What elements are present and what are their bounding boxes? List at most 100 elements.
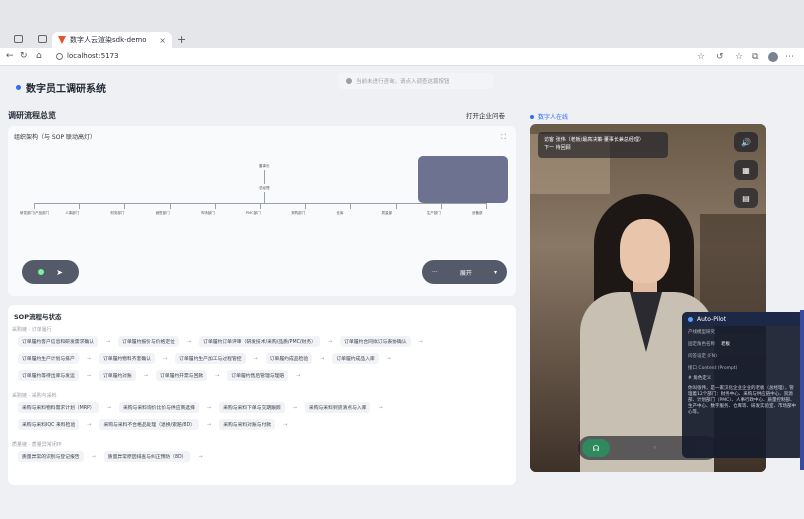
notice-banner: 当前未进行咨询，请点入调查这篇按钮 (338, 73, 493, 89)
org-connector (305, 203, 307, 209)
role-definition-text[interactable]: 你叫张伟，是一家汉化企业企业的老板（总经理），管理着12个部门：财务中心、采购与… (682, 384, 804, 418)
tab-close-icon[interactable]: × (159, 36, 166, 45)
browser-tab-active[interactable]: 数字人云渲染sdk-demo × (52, 32, 172, 48)
sop-step-chip[interactable]: 质量异常原因排查与纠正预防（8D） (103, 451, 191, 462)
sop-step-chip[interactable]: 订单履约成品入库 (332, 353, 379, 364)
arrow-right-icon: → (418, 338, 423, 345)
fullscreen-icon[interactable]: ⛶ (501, 133, 506, 142)
sop-step-chip[interactable]: 订单履约售后管理与理赔 (227, 370, 289, 381)
more-menu-icon[interactable]: ⋯ (785, 52, 794, 62)
profile-avatar[interactable] (768, 52, 778, 62)
org-node[interactable]: 质量部 (382, 211, 393, 216)
arrow-right-icon: → (86, 372, 91, 379)
collections-icon[interactable]: ⧉ (752, 52, 758, 62)
sop-step-chip[interactable]: 采购与采料询价比价与供应商选择 (118, 402, 199, 413)
sop-step-chip[interactable]: 订单履约合同拟订与表协确认 (340, 336, 411, 347)
autopilot-panel[interactable]: Auto-Pilot 产线模型研究 固定角色名称 老板 问答设定 (FN) 接口 … (682, 312, 804, 458)
favorite-star-icon[interactable]: ☆ (697, 52, 705, 62)
favorites-icon[interactable]: ☆ (735, 52, 743, 62)
chart-control-left[interactable]: ➤ (22, 260, 79, 284)
org-node[interactable]: 财务部门 (110, 211, 124, 216)
reload-icon[interactable]: ↻ (20, 51, 28, 61)
arrow-right-icon: → (386, 355, 391, 362)
org-node-top[interactable]: 董事长 (259, 164, 270, 169)
org-node[interactable]: 生产部门 (427, 211, 441, 216)
org-connector (260, 203, 261, 209)
sop-step-chip[interactable]: 采购与采料物料需求计划（MRP） (18, 402, 99, 413)
org-node[interactable]: 研发部门/产品部门 (20, 211, 49, 216)
app-title: 数字员工调研系统 (26, 84, 106, 95)
sidebar-toggle-icon[interactable] (14, 35, 23, 43)
org-connector (169, 203, 171, 209)
mute-icon[interactable]: ◦ (653, 444, 657, 452)
autopilot-row[interactable]: 产线模型研究 (682, 326, 804, 338)
sop-step-chip[interactable]: 质量异常的识别与登记报告 (18, 451, 84, 462)
org-node[interactable]: 采购部门 (291, 211, 305, 216)
back-icon[interactable]: ← (6, 51, 14, 61)
arrow-right-icon: → (206, 421, 212, 428)
sop-step-chip[interactable]: 订单履约客户信息和研发需求确认 (18, 336, 98, 347)
headset-icon[interactable]: ☊ (582, 439, 610, 457)
arrow-right-icon: → (198, 453, 203, 460)
address-bar: ← ↻ ⌂ localhost:5173 ☆ ↺ ☆ ⧉ ⋯ (0, 48, 804, 66)
sop-step-chip[interactable]: 采购与采料IQC 来料检验 (18, 419, 80, 430)
ctrl-more-icon[interactable]: ··· (432, 269, 438, 276)
org-node[interactable]: 设备部 (472, 211, 483, 216)
org-connector (395, 203, 397, 209)
sop-step-chip[interactable]: 采购与采料对账与付款 (219, 419, 276, 430)
org-connector (34, 203, 35, 209)
autopilot-row[interactable]: 问答设定 (FN) (682, 350, 804, 362)
org-node[interactable]: PMC部门 (246, 211, 261, 216)
autopilot-header[interactable]: Auto-Pilot (682, 312, 804, 326)
site-info-icon[interactable] (56, 52, 63, 60)
sop-group-label: 采购链 · 采购与采料 (12, 393, 57, 399)
tab-group-icon[interactable] (38, 35, 47, 43)
avatar-face (620, 219, 670, 283)
sop-step-chip[interactable]: 订单履约订单评审（研发技术/采购/品质/PMC/财务） (199, 336, 320, 347)
chart-control-right[interactable]: ··· 展开 ▾ (422, 260, 507, 284)
cursor-icon[interactable]: ➤ (56, 268, 63, 277)
chevron-down-icon[interactable]: ▾ (494, 269, 497, 276)
speaker-icon[interactable]: 🔊 (734, 132, 758, 152)
sop-step-chip[interactable]: 订单履约对账 (98, 370, 136, 381)
autopilot-row[interactable]: 接口 Content (Prompt) (682, 362, 804, 374)
org-node[interactable]: 仓库 (336, 211, 343, 216)
online-dot-icon (530, 114, 534, 119)
url-text: localhost:5173 (67, 52, 119, 60)
sop-step-chip[interactable]: 订单履约物料齐套确认 (98, 353, 155, 364)
calendar-icon[interactable]: ▦ (734, 160, 758, 180)
autopilot-row[interactable]: 固定角色名称 老板 (682, 338, 804, 350)
sop-step-chip[interactable]: 订单履约生产计划与排产 (18, 353, 79, 364)
caption-line-1: 访客 张伟（老板/最高决策·董事长兼总经理） (544, 137, 644, 143)
sop-step-chip[interactable]: 采购与采料不合格品处理（退换/索赔/8D） (99, 419, 199, 430)
sop-step-chip[interactable]: 采购与采料下单与交期跟踪 (219, 402, 285, 413)
org-node-mid[interactable]: 总经理 (259, 186, 270, 191)
new-tab-button[interactable]: + (177, 33, 186, 46)
sop-group-label: 采购链 · 订单履行 (12, 327, 52, 333)
open-questionnaire-link[interactable]: 打开企业问卷 (466, 110, 505, 120)
home-icon[interactable]: ⌂ (36, 51, 42, 61)
ap-value: 老板 (721, 342, 730, 347)
tab-title: 数字人云渲染sdk-demo (70, 36, 147, 44)
site-favicon-icon (58, 36, 66, 44)
ctrl-expand-label[interactable]: 展开 (460, 268, 472, 277)
notice-text: 当前未进行咨询，请点入调查这篇按钮 (356, 79, 450, 85)
document-icon[interactable]: ▤ (734, 188, 758, 208)
sop-step-chip[interactable]: 采购与采料到货清点与入库 (304, 402, 371, 413)
arrow-right-icon: → (105, 338, 111, 345)
arrow-right-icon: → (215, 372, 220, 379)
org-highlight-box (418, 156, 508, 203)
sop-step-chip[interactable]: 订单履约报价与价格定位 (118, 336, 179, 347)
sop-step-chip[interactable]: 订单履约成品检验 (265, 353, 313, 364)
sop-row: 订单履约生产计划与排产 → 订单履约物料齐套确认 → 订单履约生产加工与过程管控 → 订单履… (18, 353, 391, 364)
sop-step-chip[interactable]: 订单履约等待出库与发运 (18, 370, 79, 381)
url-field[interactable]: localhost:5173 (56, 52, 119, 60)
org-node[interactable]: 人事部门 (65, 211, 79, 216)
sop-step-chip[interactable]: 订单履约开票与回款 (155, 370, 208, 381)
org-node[interactable]: 销售部门 (156, 211, 170, 216)
org-node[interactable]: 市场部门 (201, 211, 215, 216)
arrow-right-icon: → (206, 404, 212, 411)
caption-line-2: 下一 待回顾 (544, 145, 571, 151)
sop-step-chip[interactable]: 订单履约生产加工与过程管控 (175, 353, 246, 364)
refresh-extension-icon[interactable]: ↺ (716, 52, 724, 62)
